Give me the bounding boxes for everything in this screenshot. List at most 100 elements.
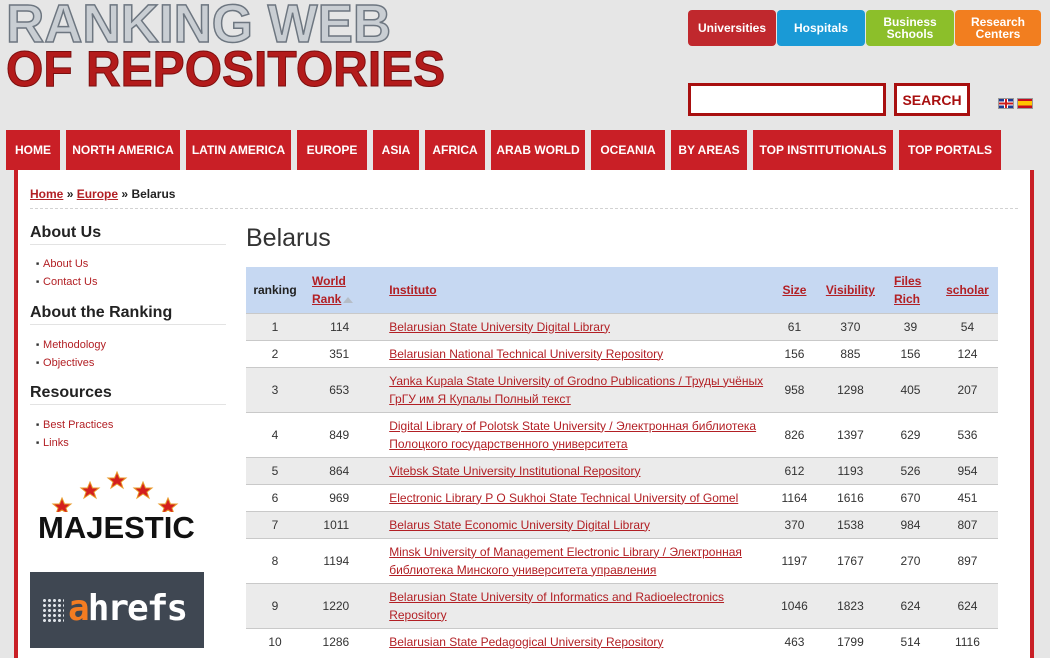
sidebar-heading-about-ranking: About the Ranking [30, 304, 226, 325]
institution-link[interactable]: Electronic Library P O Sukhoi State Tech… [389, 491, 738, 505]
cell-instituto: Belarusian State University of Informati… [375, 582, 773, 628]
cell-size: 826 [772, 411, 817, 457]
cell-instituto: Belarusian State University Digital Libr… [375, 312, 773, 340]
cell-ranking: 9 [246, 582, 304, 628]
spanish-flag-icon[interactable] [1017, 98, 1033, 109]
cell-scholar: 124 [936, 339, 998, 367]
nav-latin-america[interactable]: LATIN AMERICA [186, 130, 291, 170]
ahrefs-logo[interactable]: ahrefs [30, 572, 204, 648]
table-row: 7 1011 Belarus State Economic University D… [246, 510, 998, 538]
cell-visibility: 1298 [816, 366, 884, 412]
institution-link[interactable]: Minsk University of Management Electroni… [389, 545, 742, 577]
sidebar-link-objectives[interactable]: Objectives [36, 355, 106, 373]
english-flag-icon[interactable] [998, 98, 1014, 109]
cell-size: 61 [772, 312, 817, 340]
search-input[interactable] [688, 83, 886, 116]
cell-world-rank: 351 [304, 339, 376, 367]
category-hospitals-button[interactable]: Hospitals [777, 10, 865, 46]
cell-files-rich: 526 [884, 456, 937, 484]
institution-link[interactable]: Digital Library of Polotsk State Univers… [389, 419, 756, 451]
institution-link[interactable]: Belarusian National Technical University… [389, 347, 663, 361]
institution-link[interactable]: Vitebsk State University Institutional R… [389, 464, 640, 478]
cell-instituto: Vitebsk State University Institutional R… [375, 456, 773, 484]
sidebar-link-about-us[interactable]: About Us [36, 256, 97, 274]
institution-link[interactable]: Belarus State Economic University Digita… [389, 518, 650, 532]
majestic-wordmark: MAJESTIC [38, 510, 195, 545]
cell-visibility: 1823 [816, 582, 884, 628]
header-instituto[interactable]: Instituto [375, 267, 772, 313]
nav-arab-world[interactable]: ARAB WORLD [491, 130, 585, 170]
table-row: 2 351 Belarusian National Technical Univer… [246, 339, 998, 367]
nav-home[interactable]: HOME [6, 130, 60, 170]
site-logo[interactable]: RANKING WEB OF REPOSITORIES [5, 0, 446, 97]
header-files-rich[interactable]: Files Rich [884, 267, 937, 313]
category-universities-button[interactable]: Universities [688, 10, 776, 46]
cell-size: 370 [772, 510, 817, 538]
header-size[interactable]: Size [772, 267, 817, 313]
category-research-centers-button[interactable]: Research Centers [955, 10, 1041, 46]
cell-world-rank: 1194 [304, 537, 376, 583]
cell-ranking: 1 [246, 312, 304, 340]
cell-files-rich: 156 [884, 339, 937, 367]
logo-line-2: OF REPOSITORIES [6, 41, 446, 97]
cell-size: 463 [772, 627, 817, 655]
cell-instituto: Minsk University of Management Electroni… [375, 537, 773, 583]
cell-scholar: 54 [936, 312, 998, 340]
nav-by-areas[interactable]: BY AREAS [671, 130, 747, 170]
cell-world-rank: 1011 [304, 510, 376, 538]
ahrefs-wordmark: ahrefs [68, 588, 188, 629]
cell-visibility: 1397 [816, 411, 884, 457]
page-title: Belarus [246, 224, 331, 252]
cell-world-rank: 864 [304, 456, 376, 484]
sidebar-heading-about-us: About Us [30, 224, 226, 245]
breadcrumb-home-link[interactable]: Home [30, 187, 63, 201]
cell-ranking: 7 [246, 510, 304, 538]
nav-africa[interactable]: AFRICA [425, 130, 485, 170]
cell-scholar: 624 [936, 582, 998, 628]
cell-instituto: Digital Library of Polotsk State Univers… [375, 411, 773, 457]
breadcrumb-europe-link[interactable]: Europe [77, 187, 118, 201]
nav-top-institutionals[interactable]: TOP INSTITUTIONALS [753, 130, 893, 170]
cell-ranking: 5 [246, 456, 304, 484]
sidebar-link-links[interactable]: Links [36, 435, 113, 453]
cell-world-rank: 1220 [304, 582, 376, 628]
search-button[interactable]: SEARCH [894, 83, 970, 116]
cell-scholar: 451 [936, 483, 998, 511]
cell-world-rank: 849 [304, 411, 376, 457]
ahrefs-arrow-icon [42, 598, 64, 624]
institution-link[interactable]: Yanka Kupala State University of Grodno … [389, 374, 763, 406]
majestic-logo[interactable]: MAJESTIC [30, 462, 202, 552]
header-visibility[interactable]: Visibility [817, 267, 884, 313]
nav-north-america[interactable]: NORTH AMERICA [66, 130, 180, 170]
sidebar-list-resources: Best Practices Links [36, 417, 113, 453]
nav-europe[interactable]: EUROPE [297, 130, 367, 170]
ranking-table-body: 1 114 Belarusian State University Digital … [246, 312, 998, 655]
cell-size: 1164 [772, 483, 817, 511]
cell-instituto: Electronic Library P O Sukhoi State Tech… [375, 483, 773, 511]
category-business-schools-button[interactable]: Business Schools [866, 10, 954, 46]
institution-link[interactable]: Belarusian State University of Informati… [389, 590, 724, 622]
header-world-rank[interactable]: World Rank [304, 267, 375, 313]
cell-files-rich: 270 [884, 537, 937, 583]
cell-scholar: 207 [936, 366, 998, 412]
nav-oceania[interactable]: OCEANIA [591, 130, 665, 170]
institution-link[interactable]: Belarusian State University Digital Libr… [389, 320, 610, 334]
nav-top-portals[interactable]: TOP PORTALS [899, 130, 1001, 170]
sidebar-link-best-practices[interactable]: Best Practices [36, 417, 113, 435]
cell-world-rank: 114 [304, 312, 376, 340]
cell-instituto: Belarusian State Pedagogical University … [375, 627, 773, 655]
cell-instituto: Yanka Kupala State University of Grodno … [375, 366, 773, 412]
sidebar-link-methodology[interactable]: Methodology [36, 337, 106, 355]
cell-scholar: 954 [936, 456, 998, 484]
category-buttons: Universities Hospitals Business Schools … [688, 10, 1042, 46]
cell-scholar: 536 [936, 411, 998, 457]
header-scholar[interactable]: scholar [937, 267, 998, 313]
breadcrumb-divider [30, 208, 1018, 209]
sidebar-link-contact-us[interactable]: Contact Us [36, 274, 97, 292]
sidebar-list-about-us: About Us Contact Us [36, 256, 97, 292]
institution-link[interactable]: Belarusian State Pedagogical University … [389, 635, 663, 649]
cell-files-rich: 514 [884, 627, 937, 655]
table-row: 3 653 Yanka Kupala State University of Gro… [246, 366, 998, 412]
cell-instituto: Belarus State Economic University Digita… [375, 510, 773, 538]
nav-asia[interactable]: ASIA [373, 130, 419, 170]
